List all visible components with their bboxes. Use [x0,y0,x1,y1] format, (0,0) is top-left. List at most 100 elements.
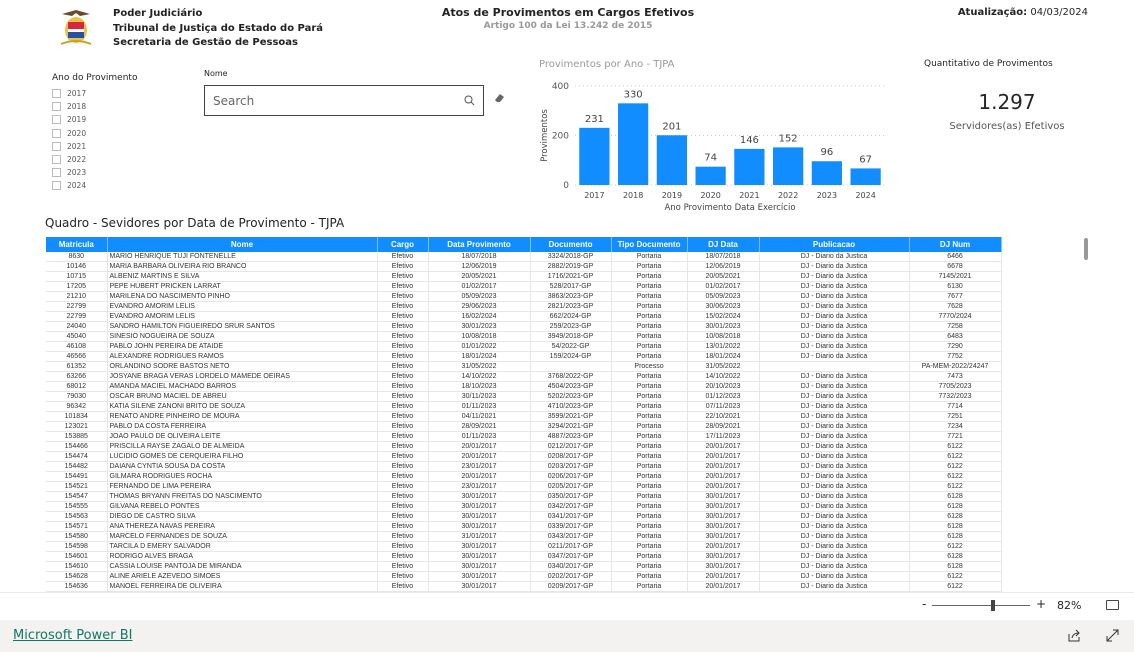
zoom-out-button[interactable]: - [922,597,926,611]
column-header[interactable]: DJ Data [687,237,760,252]
year-option[interactable]: 2020 [52,127,86,140]
table-cell: Efetivo [377,281,429,293]
column-header[interactable]: Cargo [377,237,429,252]
year-option[interactable]: 2019 [52,113,86,126]
table-cell: 0209/2017-GP [530,581,612,593]
checkbox[interactable] [52,141,61,151]
share-icon[interactable] [1068,629,1081,642]
fullscreen-icon[interactable] [1106,629,1119,642]
page-title: Atos de Provimentos em Cargos Efetivos [441,6,695,19]
table-row[interactable]: 154563 DIEGO DE CASTRO SILVA Efetivo 30/01/… [46,511,1002,523]
table-row[interactable]: 21210 MARILENA DO NASCIMENTO PINHO Efetivo… [46,291,1002,303]
table-cell: EVANDRO AMORIM LELIS [107,301,378,313]
checkbox[interactable] [52,168,61,178]
zoom-in-button[interactable]: + [1036,597,1046,611]
checkbox[interactable] [52,155,61,165]
table-row[interactable]: 22799 EVANDRO AMORIM LELIS Efetivo 16/02/20… [46,311,1002,323]
table-row[interactable]: 68012 AMANDA MACIEL MACHADO BARROS Efetivo… [46,381,1002,393]
table-cell: DJ - Diario da Justica [759,321,910,333]
table-row[interactable]: 154628 ALINE ARIELE AZEVEDO SIMOES Efetivo… [46,571,1002,583]
column-header[interactable]: Documento [530,237,612,252]
column-header[interactable]: Nome [107,237,378,252]
table-cell: Portaria [611,451,688,463]
table-row[interactable]: 10715 ALBENIZ MARTINS E SILVA Efetivo 20/05… [46,271,1002,283]
year-option[interactable]: 2018 [52,100,86,113]
zoom-slider-thumb[interactable] [991,600,996,611]
table-row[interactable]: 46566 ALEXANDRE RODRIGUES RAMOS Efetivo 18/… [46,351,1002,363]
table-row[interactable]: 17205 PEPE HUBERT PRICKEN LARRAT Efetivo 01… [46,281,1002,293]
table-row[interactable]: 101834 RENATO ANDRE PINHEIRO DE MOURA Efet… [46,411,1002,423]
fit-to-page-icon[interactable] [1106,600,1119,610]
table-cell: DJ - Diario da Justica [759,451,910,463]
table-cell [530,361,612,373]
checkbox[interactable] [52,128,61,138]
table-row[interactable]: 96342 KATIA SILENE ZANONI BRITO DE SOUZA E… [46,401,1002,413]
table-row[interactable]: 154555 GILVANA REBELO PONTES Efetivo 30/01/… [46,501,1002,513]
year-option[interactable]: 2024 [52,179,86,192]
data-label: 201 [662,121,681,132]
year-option[interactable]: 2022 [52,153,86,166]
table-cell: 154628 [46,571,108,583]
table-row[interactable]: 79030 OSCAR BRUNO MACIEL DE ABREU Efetivo 3… [46,391,1002,403]
table-row[interactable]: 154521 FERNANDO DE LIMA PEREIRA Efetivo 23/… [46,481,1002,493]
bar[interactable] [734,148,765,185]
table-row[interactable]: 24040 SANDRO HAMILTON FIGUEIREDO SRUR SAN… [46,321,1002,333]
table-row[interactable]: 154491 GILMARA RODRIGUES ROCHA Efetivo 20/0… [46,471,1002,483]
table-cell: DJ - Diario da Justica [759,571,910,583]
checkbox[interactable] [52,102,61,112]
table-cell: 01/11/2023 [428,401,531,413]
bar[interactable] [579,127,610,185]
table-row[interactable]: 154466 PRISCILLA RAYSE ZAGALO DE ALMEIDA E… [46,441,1002,453]
table-row[interactable]: 154547 THOMAS BRYANN FREITAS DO NASCIMENT… [46,491,1002,503]
x-tick-label: 2021 [739,191,759,200]
bar[interactable] [656,135,687,185]
table-cell: Portaria [611,341,688,353]
table-cell: MANOEL FERREIRA DE OLIVEIRA [107,581,378,593]
y-tick-label: 400 [552,82,569,92]
table-row[interactable]: 154601 RODRIGO ALVES BRAGA Efetivo 30/01/20… [46,551,1002,563]
table-row[interactable]: 22799 EVANDRO AMORIM LELIS Efetivo 29/06/20… [46,301,1002,313]
table-row[interactable]: 154482 DAIANA CYNTIA SOUSA DA COSTA Efetiv… [46,461,1002,473]
bar[interactable] [773,147,804,185]
table-row[interactable]: 154636 MANOEL FERREIRA DE OLIVEIRA Efetivo… [46,581,1002,593]
checkbox[interactable] [52,89,61,99]
column-header[interactable]: Matricula [46,237,108,252]
table-row[interactable]: 154580 MARCELO FERNANDES DE SOUZA Efetivo 3… [46,531,1002,543]
eraser-icon[interactable] [494,92,505,106]
table-cell: 20/05/2021 [687,271,760,283]
power-bi-link[interactable]: Microsoft Power BI [13,628,132,643]
year-option[interactable]: 2023 [52,166,86,179]
bar[interactable] [618,103,649,185]
checkbox[interactable] [52,181,61,191]
table-scrollbar[interactable] [1084,238,1088,260]
checkbox[interactable] [52,115,61,125]
table-row[interactable]: 61352 ORLANDINO SODRE BASTOS NETO Efetivo 3… [46,361,1002,373]
table-row[interactable]: 154571 ANA THEREZA NAVAS PEREIRA Efetivo 30… [46,521,1002,533]
table-row[interactable]: 45040 SINESIO NOGUEIRA DE SOUZA Efetivo 10/… [46,331,1002,343]
zoom-slider[interactable] [932,605,1030,606]
table-row[interactable]: 153885 JOAO PAULO DE OLIVEIRA LEITE Efetiv… [46,431,1002,443]
table-row[interactable]: 46108 PABLO JOHN PEREIRA DE ATAIDE Efetivo… [46,341,1002,353]
column-header[interactable]: Data Provimento [428,237,531,252]
year-label: 2024 [67,181,87,191]
year-option[interactable]: 2017 [52,87,86,100]
search-icon[interactable] [464,95,475,106]
bar[interactable] [811,161,842,185]
column-header[interactable]: Publicacao [759,237,910,252]
table-cell: Portaria [611,501,688,513]
table-row[interactable]: 154610 CASSIA LOUISE PANTOJA DE MIRANDA Ef… [46,561,1002,573]
bar[interactable] [850,168,881,185]
name-search-input[interactable]: Search [204,85,484,116]
table-cell: 0211/2017-GP [530,541,612,553]
table-row[interactable]: 10146 MARIA BARBARA OLIVEIRA RIO BRANCO Ef… [46,261,1002,273]
table-cell: GILMARA RODRIGUES ROCHA [107,471,378,483]
year-option[interactable]: 2021 [52,140,86,153]
column-header[interactable]: DJ Num [909,237,1002,252]
table-row[interactable]: 154598 TARCILA D EMERY SALVADOR Efetivo 30/… [46,541,1002,553]
column-header[interactable]: Tipo Documento [611,237,688,252]
bar[interactable] [695,166,726,185]
table-row[interactable]: 154474 LUCIDIO GOMES DE CERQUEIRA FILHO Ef… [46,451,1002,463]
table-row[interactable]: 123021 PABLO DA COSTA FERREIRA Efetivo 28/0… [46,421,1002,433]
table-row[interactable]: 63266 JOSYANE BRAGA VERAS LORDELO MAMEDE … [46,371,1002,383]
table-row[interactable]: 8630 MARIO HENRIQUE TUJI FONTENELLE Efetiv… [46,252,1002,263]
